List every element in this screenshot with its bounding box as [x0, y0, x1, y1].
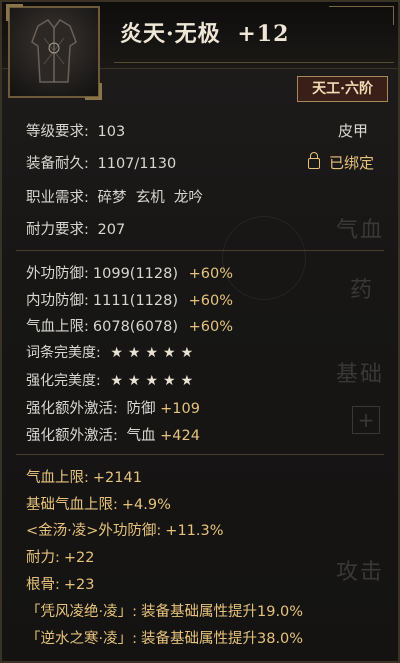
stat-label: 外功防御: [26, 266, 89, 282]
stat-row: 外功防御: 1099(1128) +60% [26, 262, 233, 283]
bg-label-jichu: 基础 [335, 362, 384, 387]
bound-status: 已绑定 [308, 152, 374, 173]
affix-perfection: 词条完美度: ★ ★ ★ ★ ★ [26, 342, 193, 362]
extra-activate-label: 强化额外激活: [26, 428, 118, 444]
stat-bonus: +60% [188, 266, 234, 282]
affix-value: +4.9% [121, 497, 171, 513]
level-value: 103 [97, 124, 126, 140]
item-type: 皮甲 [337, 122, 368, 140]
affix-row: 「逆水之寒·凌」: 装备基础属性提升38.0% [26, 627, 303, 648]
extra-activate-value: +424 [160, 428, 200, 444]
extra-activate-row: 强化额外激活: 防御 +109 [26, 397, 200, 418]
armor-icon [31, 19, 77, 83]
stat-value: 1099(1128) [92, 266, 179, 282]
stat-value: 6078(6078) [92, 319, 179, 335]
extra-activate-stat: 气血 [126, 428, 156, 444]
stat-label: 内功防御: [26, 293, 89, 309]
affix-label: 耐力: [26, 550, 60, 566]
durability-row: 装备耐久: 1107/1130 [26, 152, 176, 173]
stamina-label: 耐力要求: [26, 222, 89, 238]
item-enhance-level: +12 [237, 21, 290, 47]
enhance-perfection: 强化完美度: ★ ★ ★ ★ ★ [26, 370, 193, 390]
stat-bonus: +60% [188, 293, 234, 309]
affix-row: <金汤·凌>外功防御: +11.3% [26, 519, 224, 540]
grade-badge: 天工·六阶 [297, 76, 388, 102]
section-divider [16, 250, 384, 251]
star-icon: ★ [163, 345, 176, 361]
star-icon: ★ [110, 373, 123, 389]
star-icon: ★ [145, 373, 159, 389]
item-tooltip: 气血 药 基础 + 攻击 炎天·无极 +12 天工·六阶 等级要求: 103 皮… [0, 0, 400, 663]
item-icon-frame [6, 4, 102, 100]
stamina-value: 207 [97, 222, 126, 238]
bg-label-yao: 药 [349, 278, 374, 303]
affix-row: 气血上限: +2141 [26, 466, 142, 487]
extra-activate-row: 强化额外激活: 气血 +424 [26, 424, 200, 445]
affix-label: 「逆水之寒·凌」: [26, 631, 137, 647]
durability-label: 装备耐久: [26, 156, 89, 172]
affix-label: 根骨: [26, 577, 60, 593]
affix-label: 气血上限: [26, 470, 89, 486]
header-ornament [329, 6, 394, 25]
lock-icon [308, 152, 321, 169]
affix-value: 装备基础属性提升19.0% [141, 604, 304, 620]
affix-row: 「凭风凌绝·凌」: 装备基础属性提升19.0% [26, 600, 303, 621]
affix-row: 基础气血上限: +4.9% [26, 493, 171, 514]
affix-perfection-label: 词条完美度: [26, 345, 101, 361]
durability-value: 1107/1130 [97, 156, 177, 172]
star-icon: ★ [180, 373, 194, 389]
affix-label: 「凭风凌绝·凌」: [26, 604, 137, 620]
stat-row: 内功防御: 1111(1128) +60% [26, 289, 233, 310]
affix-value: +22 [63, 550, 95, 566]
extra-activate-stat: 防御 [126, 401, 156, 417]
affix-label: <金汤·凌>外功防御: [26, 523, 162, 539]
star-icon: ★ [110, 345, 123, 361]
bg-label-qixue: 气血 [335, 218, 384, 243]
level-requirement: 等级要求: 103 [26, 120, 125, 141]
level-label: 等级要求: [26, 124, 89, 140]
affix-value: +2141 [92, 470, 142, 486]
bg-plus-button: + [352, 406, 380, 434]
item-name: 炎天·无极 [120, 21, 221, 47]
item-title: 炎天·无极 +12 [120, 16, 289, 48]
star-icon: ★ [180, 345, 194, 361]
affix-row: 耐力: +22 [26, 546, 95, 567]
stamina-requirement: 耐力要求: 207 [26, 218, 125, 239]
background-seal-emblem [222, 216, 306, 300]
extra-activate-label: 强化额外激活: [26, 401, 118, 417]
class-label: 职业需求: [26, 190, 89, 206]
stat-label: 气血上限: [26, 319, 89, 335]
affix-value: 装备基础属性提升38.0% [141, 631, 304, 647]
stat-bonus: +60% [188, 319, 234, 335]
extra-activate-value: +109 [160, 401, 200, 417]
class-value: 碎梦 玄机 龙吟 [97, 190, 203, 206]
bg-label-gongji: 攻击 [335, 560, 384, 585]
affix-value: +11.3% [165, 523, 224, 539]
affix-value: +23 [63, 577, 95, 593]
affix-row: 根骨: +23 [26, 573, 95, 594]
class-requirement: 职业需求: 碎梦 玄机 龙吟 [26, 186, 203, 207]
section-divider [16, 454, 384, 455]
header-divider [114, 62, 394, 63]
affix-label: 基础气血上限: [26, 497, 118, 513]
star-icon: ★ [127, 345, 141, 361]
bound-text: 已绑定 [328, 154, 374, 172]
star-icon: ★ [163, 373, 176, 389]
star-icon: ★ [145, 345, 159, 361]
enhance-perfection-label: 强化完美度: [26, 373, 101, 389]
stat-row: 气血上限: 6078(6078) +60% [26, 315, 233, 336]
stat-value: 1111(1128) [92, 293, 179, 309]
star-icon: ★ [127, 373, 141, 389]
